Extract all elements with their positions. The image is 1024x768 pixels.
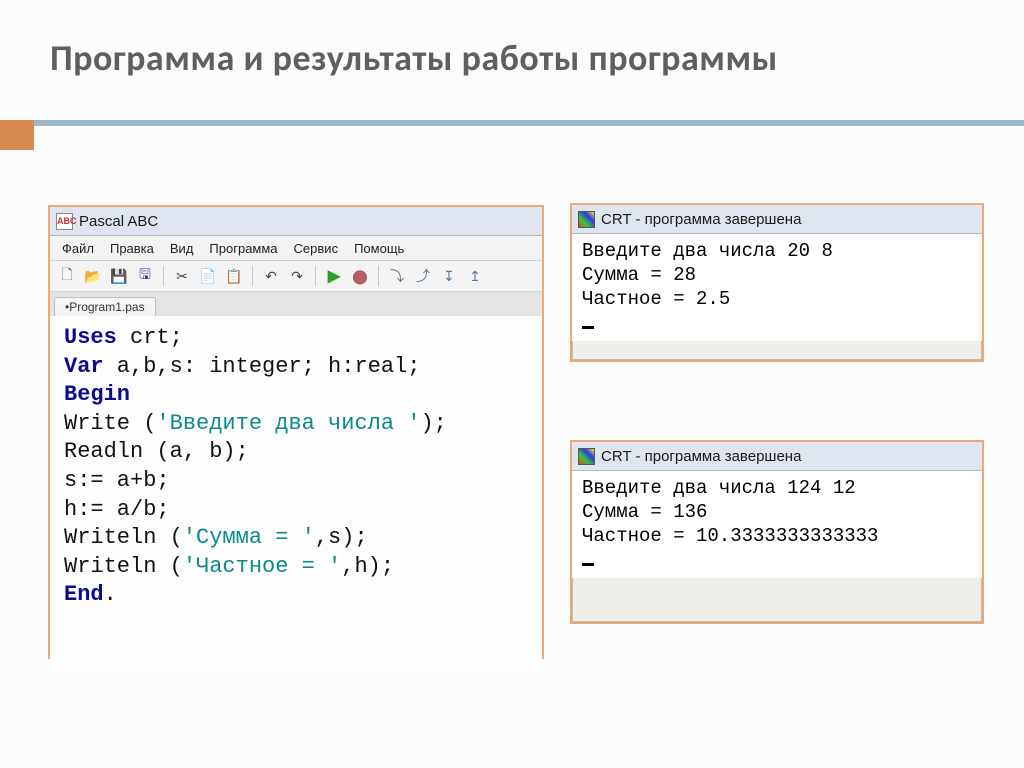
save-all-icon[interactable]: 🖫 (134, 265, 156, 287)
run-icon[interactable]: ▶ (323, 265, 345, 287)
crt1-titlebar: CRT - программа завершена (572, 205, 982, 234)
toolbar-separator (252, 266, 253, 286)
ide-titlebar: ABC Pascal ABC (50, 207, 542, 236)
crt2-title: CRT - программа завершена (601, 448, 801, 465)
page-title: Программа и результаты работы программы (50, 36, 984, 80)
editor-tab[interactable]: •Program1.pas (54, 297, 156, 316)
accent-horizontal (34, 120, 1024, 126)
menu-program[interactable]: Программа (201, 239, 285, 258)
crt2-output: Введите два числа 124 12 Сумма = 136 Час… (572, 471, 982, 578)
menu-edit[interactable]: Правка (102, 239, 162, 258)
menu-service[interactable]: Сервис (286, 239, 347, 258)
redo-icon[interactable]: ↷ (286, 265, 308, 287)
toolbar-separator (378, 266, 379, 286)
step-over-icon[interactable]: ⤴ (412, 265, 434, 287)
new-icon[interactable]: 🗋 (56, 265, 78, 287)
abc-icon: ABC (56, 213, 73, 230)
menu-help[interactable]: Помощь (346, 239, 412, 258)
crt1-output: Введите два числа 20 8 Сумма = 28 Частно… (572, 234, 982, 341)
crt-icon (578, 448, 595, 465)
menu-file[interactable]: Файл (54, 239, 102, 258)
step-out-icon[interactable]: ↥ (464, 265, 486, 287)
crt1-title: CRT - программа завершена (601, 211, 801, 228)
menu-view[interactable]: Вид (162, 239, 202, 258)
crt-window-2: CRT - программа завершена Введите два чи… (570, 440, 984, 624)
toolbar-separator (315, 266, 316, 286)
crt-icon (578, 211, 595, 228)
tabbar: •Program1.pas (50, 292, 542, 316)
step-icon[interactable]: ⤵ (386, 265, 408, 287)
accent-vertical (0, 120, 34, 150)
step-into-icon[interactable]: ↧ (438, 265, 460, 287)
undo-icon[interactable]: ↶ (260, 265, 282, 287)
code-editor[interactable]: Uses crt; Var a,b,s: integer; h:real; Be… (50, 316, 542, 672)
crt-window-1: CRT - программа завершена Введите два чи… (570, 203, 984, 362)
ide-window: ABC Pascal ABC Файл Правка Вид Программа… (48, 205, 544, 659)
save-icon[interactable]: 💾 (108, 265, 130, 287)
stop-icon[interactable]: ⬤ (349, 265, 371, 287)
paste-icon[interactable]: 📋 (223, 265, 245, 287)
menubar: Файл Правка Вид Программа Сервис Помощь (50, 236, 542, 261)
ide-title: Pascal ABC (79, 213, 158, 230)
crt2-titlebar: CRT - программа завершена (572, 442, 982, 471)
toolbar-separator (163, 266, 164, 286)
toolbar: 🗋 📂 💾 🖫 ✂ 📄 📋 ↶ ↷ ▶ ⬤ ⤵ ⤴ ↧ ↥ (50, 261, 542, 292)
copy-icon[interactable]: 📄 (197, 265, 219, 287)
cut-icon[interactable]: ✂ (171, 265, 193, 287)
open-icon[interactable]: 📂 (82, 265, 104, 287)
